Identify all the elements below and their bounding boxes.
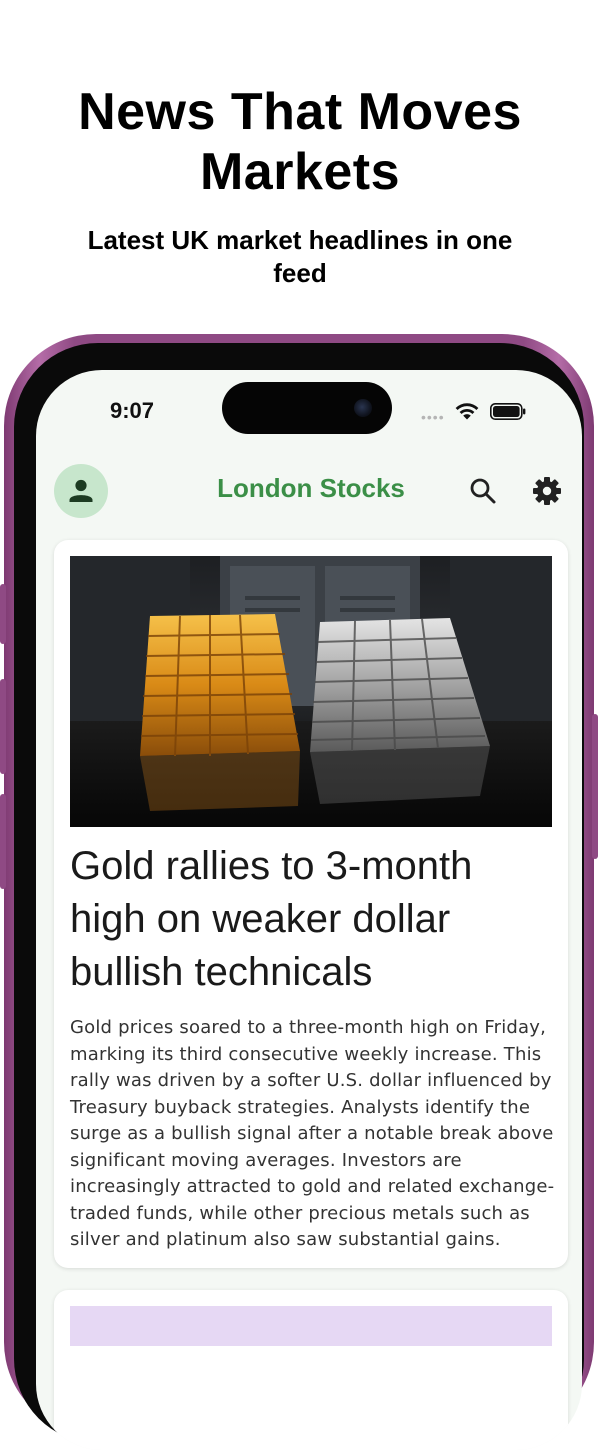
news-card[interactable]: Gold rallies to 3-month high on weaker d…	[54, 540, 568, 1268]
article-headline[interactable]: Gold rallies to 3-month high on weaker d…	[70, 840, 550, 999]
phone-side-button	[0, 584, 6, 644]
gear-icon[interactable]	[531, 475, 563, 507]
article-image	[70, 1306, 552, 1346]
news-card[interactable]	[54, 1290, 568, 1450]
battery-icon	[490, 403, 526, 420]
app-title: London Stocks	[217, 473, 405, 503]
phone-bezel: 9:07 •••• London Stocks Gold rallies to …	[14, 343, 584, 1450]
phone-side-button	[0, 794, 6, 889]
phone-frame: 9:07 •••• London Stocks Gold rallies to …	[0, 334, 598, 1450]
promo-title: News That Moves Markets	[78, 83, 522, 201]
phone-side-button	[592, 714, 598, 859]
dynamic-island	[222, 382, 392, 434]
promo-subtitle: Latest UK market headlines in one feed	[87, 225, 513, 288]
search-icon[interactable]	[468, 476, 498, 506]
article-summary: Gold prices soared to a three-month high…	[70, 1017, 555, 1250]
phone-side-button	[0, 679, 6, 774]
person-icon	[69, 479, 93, 502]
signal-dots: ••••	[421, 409, 445, 425]
gold-and-silver-bars-image	[70, 556, 552, 827]
phone-screen: 9:07 •••• London Stocks Gold rallies to …	[36, 370, 582, 1450]
front-camera-icon	[354, 399, 372, 417]
status-time: 9:07	[110, 398, 155, 423]
wifi-icon	[455, 403, 479, 420]
profile-avatar-button[interactable]	[54, 464, 108, 518]
